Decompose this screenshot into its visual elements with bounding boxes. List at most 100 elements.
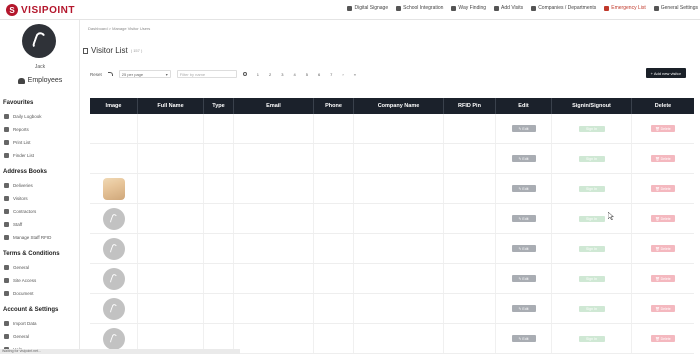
cell-rfid-pin xyxy=(444,264,496,293)
sidebar-item-finder-list[interactable]: Finder List xyxy=(4,153,34,158)
plus-icon xyxy=(494,5,500,11)
edit-button[interactable]: ✎ Edit xyxy=(511,185,536,192)
delete-button[interactable]: 🗑 Delete xyxy=(651,185,675,192)
sidebar-item-print-list[interactable]: Print List xyxy=(4,140,31,145)
sign-in-button[interactable]: Sign In xyxy=(578,155,605,162)
sidebar-item-contractors[interactable]: Contractors xyxy=(4,209,36,214)
sign-in-button[interactable]: Sign In xyxy=(578,245,605,252)
chevron-down-icon: ▾ xyxy=(165,71,168,77)
delete-button[interactable]: 🗑 Delete xyxy=(651,245,675,252)
edit-button[interactable]: ✎ Edit xyxy=(511,335,536,342)
page-link[interactable]: 5 xyxy=(306,72,308,77)
edit-button[interactable]: ✎ Edit xyxy=(511,305,536,312)
col-company-name[interactable]: Company Name xyxy=(354,98,444,114)
delete-button[interactable]: 🗑 Delete xyxy=(651,155,675,162)
reset-icon[interactable] xyxy=(107,72,113,76)
signage-icon xyxy=(347,5,353,11)
nav-emergency-list[interactable]: Emergency List xyxy=(604,5,646,11)
edit-button[interactable]: ✎ Edit xyxy=(511,215,536,222)
sidebar-item-staff[interactable]: Staff xyxy=(4,222,22,227)
report-icon xyxy=(4,127,9,132)
cell-phone xyxy=(314,294,354,323)
table-row: ✎ Edit Sign In 🗑 Delete xyxy=(90,144,694,174)
cell-signin-signout: Sign In xyxy=(552,324,632,353)
col-phone[interactable]: Phone xyxy=(314,98,354,114)
page-link[interactable]: 7 xyxy=(330,72,332,77)
cell-rfid-pin xyxy=(444,234,496,263)
reset-label[interactable]: Reset xyxy=(90,72,102,77)
page-link[interactable]: 2 xyxy=(269,72,271,77)
nav-digital-signage[interactable]: Digital Signage xyxy=(347,5,388,11)
cell-email xyxy=(234,294,314,323)
table-row: ✎ Edit Sign In 🗑 Delete xyxy=(90,114,694,144)
user-avatar[interactable] xyxy=(22,24,56,58)
nav-way-finding[interactable]: Way Finding xyxy=(451,5,486,11)
add-visitor-button[interactable]: + Add new visitor xyxy=(645,68,686,78)
sign-in-button[interactable]: Sign In xyxy=(578,275,605,282)
sidebar-item-label: General xyxy=(13,265,30,270)
filter-input[interactable]: Filter by name xyxy=(176,70,237,78)
sidebar-item-general-terms[interactable]: General xyxy=(4,265,29,270)
col-image[interactable]: Image xyxy=(90,98,138,114)
sign-in-button[interactable]: Sign In xyxy=(578,215,605,222)
delete-button[interactable]: 🗑 Delete xyxy=(651,215,675,222)
edit-button[interactable]: ✎ Edit xyxy=(511,275,536,282)
col-full-name[interactable]: Full Name xyxy=(138,98,204,114)
sidebar-item-reports[interactable]: Reports xyxy=(4,127,29,132)
print-icon xyxy=(4,140,9,145)
nav-companies[interactable]: Companies / Departments xyxy=(531,5,596,11)
sidebar-item-document[interactable]: Document xyxy=(4,291,34,296)
delete-button[interactable]: 🗑 Delete xyxy=(651,125,675,132)
col-email[interactable]: Email xyxy=(234,98,314,114)
delete-button[interactable]: 🗑 Delete xyxy=(651,275,675,282)
col-rfid-pin[interactable]: RFID Pin xyxy=(444,98,496,114)
col-type[interactable]: Type xyxy=(204,98,234,114)
cell-signin-signout: Sign In xyxy=(552,144,632,173)
cell-edit: ✎ Edit xyxy=(496,264,552,293)
key-icon xyxy=(4,278,9,283)
page-link[interactable]: 4 xyxy=(293,72,295,77)
top-nav: Digital Signage School Integration Way F… xyxy=(347,5,698,11)
cell-rfid-pin xyxy=(444,294,496,323)
breadcrumb[interactable]: Dashboard > Manage Visitor Users xyxy=(88,26,150,31)
cell-phone xyxy=(314,174,354,203)
employees-link[interactable]: Employees xyxy=(0,77,80,84)
list-controls: Reset 25 per page ▾ Filter by name 1 2 3 … xyxy=(90,68,694,80)
sidebar-item-visitors[interactable]: Visitors xyxy=(4,196,28,201)
edit-button[interactable]: ✎ Edit xyxy=(511,245,536,252)
sidebar-item-daily-logbook[interactable]: Daily Logbook xyxy=(4,114,42,119)
sidebar-item-manage-staff-rfid[interactable]: Manage Staff RFID xyxy=(4,235,51,240)
nav-general-settings[interactable]: General Settings xyxy=(653,5,698,11)
visipoint-logo[interactable]: S VISIPOINT xyxy=(6,3,75,17)
page-link[interactable]: 6 xyxy=(318,72,320,77)
sidebar-item-deliveries[interactable]: Deliveries xyxy=(4,183,33,188)
per-page-select[interactable]: 25 per page ▾ xyxy=(118,70,171,78)
delete-button[interactable]: 🗑 Delete xyxy=(651,335,675,342)
last-page-link[interactable]: » xyxy=(354,72,356,77)
browser-status-bar: Waiting for visipoint.net... xyxy=(0,349,240,354)
next-page-link[interactable]: › xyxy=(342,72,343,77)
nav-add-visits[interactable]: Add Visits xyxy=(494,5,523,11)
sidebar-item-general-settings[interactable]: General xyxy=(4,334,29,339)
employees-label: Employees xyxy=(27,77,63,84)
page-link[interactable]: 1 xyxy=(257,72,259,77)
cell-type xyxy=(204,264,234,293)
edit-button[interactable]: ✎ Edit xyxy=(511,155,536,162)
sidebar-item-site-access[interactable]: Site Access xyxy=(4,278,36,283)
nav-school-integration[interactable]: School Integration xyxy=(396,5,443,11)
search-icon[interactable] xyxy=(242,72,247,76)
sign-in-button[interactable]: Sign In xyxy=(578,185,605,192)
cell-email xyxy=(234,234,314,263)
page-link[interactable]: 3 xyxy=(281,72,283,77)
cell-phone xyxy=(314,144,354,173)
delete-button[interactable]: 🗑 Delete xyxy=(651,305,675,312)
cell-email xyxy=(234,174,314,203)
edit-button[interactable]: ✎ Edit xyxy=(511,125,536,132)
sign-in-button[interactable]: Sign In xyxy=(578,335,605,342)
cell-edit: ✎ Edit xyxy=(496,144,552,173)
sign-in-button[interactable]: Sign In xyxy=(578,125,605,132)
sidebar-item-import-data[interactable]: Import Data xyxy=(4,321,37,326)
sign-in-button[interactable]: Sign In xyxy=(578,305,605,312)
cell-full-name xyxy=(138,144,204,173)
document-icon xyxy=(4,265,9,270)
